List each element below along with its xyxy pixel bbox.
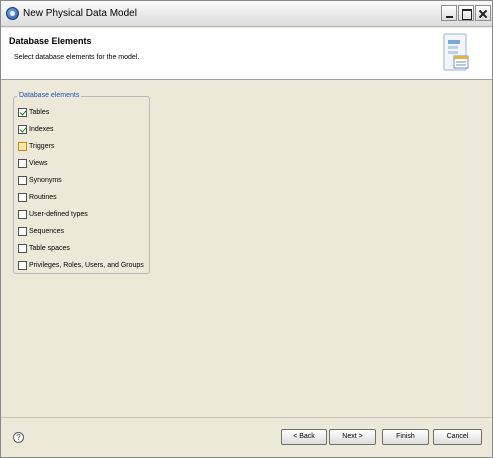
checkbox-label: User-defined types <box>29 210 88 218</box>
checkbox-row-table-spaces[interactable]: Table spaces <box>18 242 70 254</box>
database-elements-group: Database elements Tables Indexes Trigger… <box>13 92 150 274</box>
checkbox-label: Sequences <box>29 227 65 235</box>
wizard-window: New Physical Data Model Database Element… <box>0 0 493 458</box>
checkbox-user-defined-types[interactable] <box>18 209 27 219</box>
checkbox-label: Privileges, Roles, Users, and Groups <box>29 261 144 269</box>
footer-separator <box>1 417 492 418</box>
group-label: Database elements <box>17 92 82 99</box>
checkbox-privileges[interactable] <box>18 260 27 270</box>
checkbox-row-privileges[interactable]: Privileges, Roles, Users, and Groups <box>18 259 144 271</box>
checkbox-label: Routines <box>29 193 57 201</box>
checkbox-label: Indexes <box>29 125 54 133</box>
checkbox-label: Table spaces <box>29 244 70 252</box>
checkbox-row-triggers[interactable]: Triggers <box>18 140 54 152</box>
finish-button[interactable]: Finish <box>382 429 429 445</box>
checkbox-indexes[interactable] <box>18 124 27 134</box>
checkbox-label: Synonyms <box>29 176 62 184</box>
checkbox-row-routines[interactable]: Routines <box>18 191 57 203</box>
page-description: Select database elements for the model. <box>14 54 140 61</box>
checkbox-row-user-defined-types[interactable]: User-defined types <box>18 208 88 220</box>
wizard-banner: Database Elements Select database elemen… <box>1 28 492 80</box>
data-model-icon <box>443 33 469 71</box>
checkbox-routines[interactable] <box>18 192 27 202</box>
app-icon <box>6 7 19 20</box>
window-title: New Physical Data Model <box>23 8 137 19</box>
help-icon[interactable]: ? <box>13 432 24 443</box>
checkbox-row-views[interactable]: Views <box>18 157 48 169</box>
cancel-button[interactable]: Cancel <box>433 429 482 445</box>
page-title: Database Elements <box>9 36 92 46</box>
checkbox-row-tables[interactable]: Tables <box>18 106 49 118</box>
checkbox-label: Triggers <box>29 142 55 150</box>
checkbox-table-spaces[interactable] <box>18 243 27 253</box>
checkbox-label: Views <box>29 159 48 167</box>
maximize-button[interactable] <box>458 5 474 21</box>
checkbox-row-synonyms[interactable]: Synonyms <box>18 174 62 186</box>
close-button[interactable] <box>475 5 491 21</box>
back-button[interactable]: < Back <box>281 429 327 445</box>
checkbox-sequences[interactable] <box>18 226 27 236</box>
checkbox-label: Tables <box>29 108 50 116</box>
next-button[interactable]: Next > <box>329 429 376 445</box>
title-bar: New Physical Data Model <box>1 1 492 27</box>
checkbox-tables[interactable] <box>18 107 27 117</box>
checkbox-row-indexes[interactable]: Indexes <box>18 123 54 135</box>
checkbox-synonyms[interactable] <box>18 175 27 185</box>
minimize-button[interactable] <box>441 5 457 21</box>
checkbox-views[interactable] <box>18 158 27 168</box>
checkbox-triggers[interactable] <box>18 141 27 151</box>
checkbox-row-sequences[interactable]: Sequences <box>18 225 64 237</box>
